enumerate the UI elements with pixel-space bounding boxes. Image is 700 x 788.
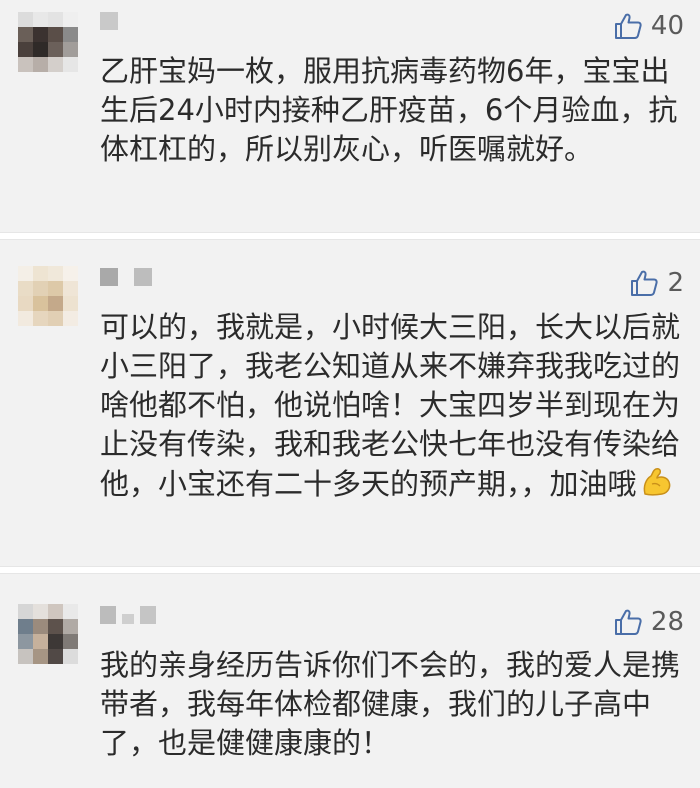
comment-card: 40 乙肝宝妈一枚，服用抗病毒药物6年，宝宝出生后24小时内接种乙肝疫苗，6个月… bbox=[0, 0, 700, 232]
thumbs-up-icon bbox=[614, 13, 642, 39]
comment-text: 乙肝宝妈一枚，服用抗病毒药物6年，宝宝出生后24小时内接种乙肝疫苗，6个月验血，… bbox=[100, 54, 678, 166]
flexed-biceps-icon bbox=[639, 464, 675, 510]
avatar[interactable] bbox=[18, 604, 78, 664]
like-button[interactable]: 40 bbox=[613, 10, 684, 42]
avatar[interactable] bbox=[18, 266, 78, 326]
thumbs-up-icon bbox=[614, 609, 642, 635]
username-redacted[interactable] bbox=[100, 12, 140, 32]
comment-text-body: 可以的，我就是，小时候大三阳，长大以后就小三阳了，我老公知道从来不嫌弃我我吃过的… bbox=[100, 310, 681, 501]
like-count: 2 bbox=[667, 268, 684, 298]
username-redacted[interactable] bbox=[100, 268, 160, 288]
avatar[interactable] bbox=[18, 12, 78, 72]
username-redacted[interactable] bbox=[100, 606, 160, 626]
thumbs-up-icon bbox=[631, 270, 659, 296]
like-count: 40 bbox=[650, 11, 684, 41]
like-button[interactable]: 2 bbox=[629, 267, 684, 299]
like-button[interactable]: 28 bbox=[613, 606, 684, 638]
comment-card: 28 我的亲身经历告诉你们不会的，我的爱人是携带者，我每年体检都健康，我们的儿子… bbox=[0, 574, 700, 788]
like-count: 28 bbox=[650, 607, 684, 637]
comment-text: 可以的，我就是，小时候大三阳，长大以后就小三阳了，我老公知道从来不嫌弃我我吃过的… bbox=[100, 308, 680, 510]
comment-card: 2 可以的，我就是，小时候大三阳，长大以后就小三阳了，我老公知道从来不嫌弃我我吃… bbox=[0, 240, 700, 566]
comment-text: 我的亲身经历告诉你们不会的，我的爱人是携带者，我每年体检都健康，我们的儿子高中了… bbox=[100, 648, 681, 760]
divider bbox=[0, 566, 700, 574]
divider bbox=[0, 232, 700, 240]
